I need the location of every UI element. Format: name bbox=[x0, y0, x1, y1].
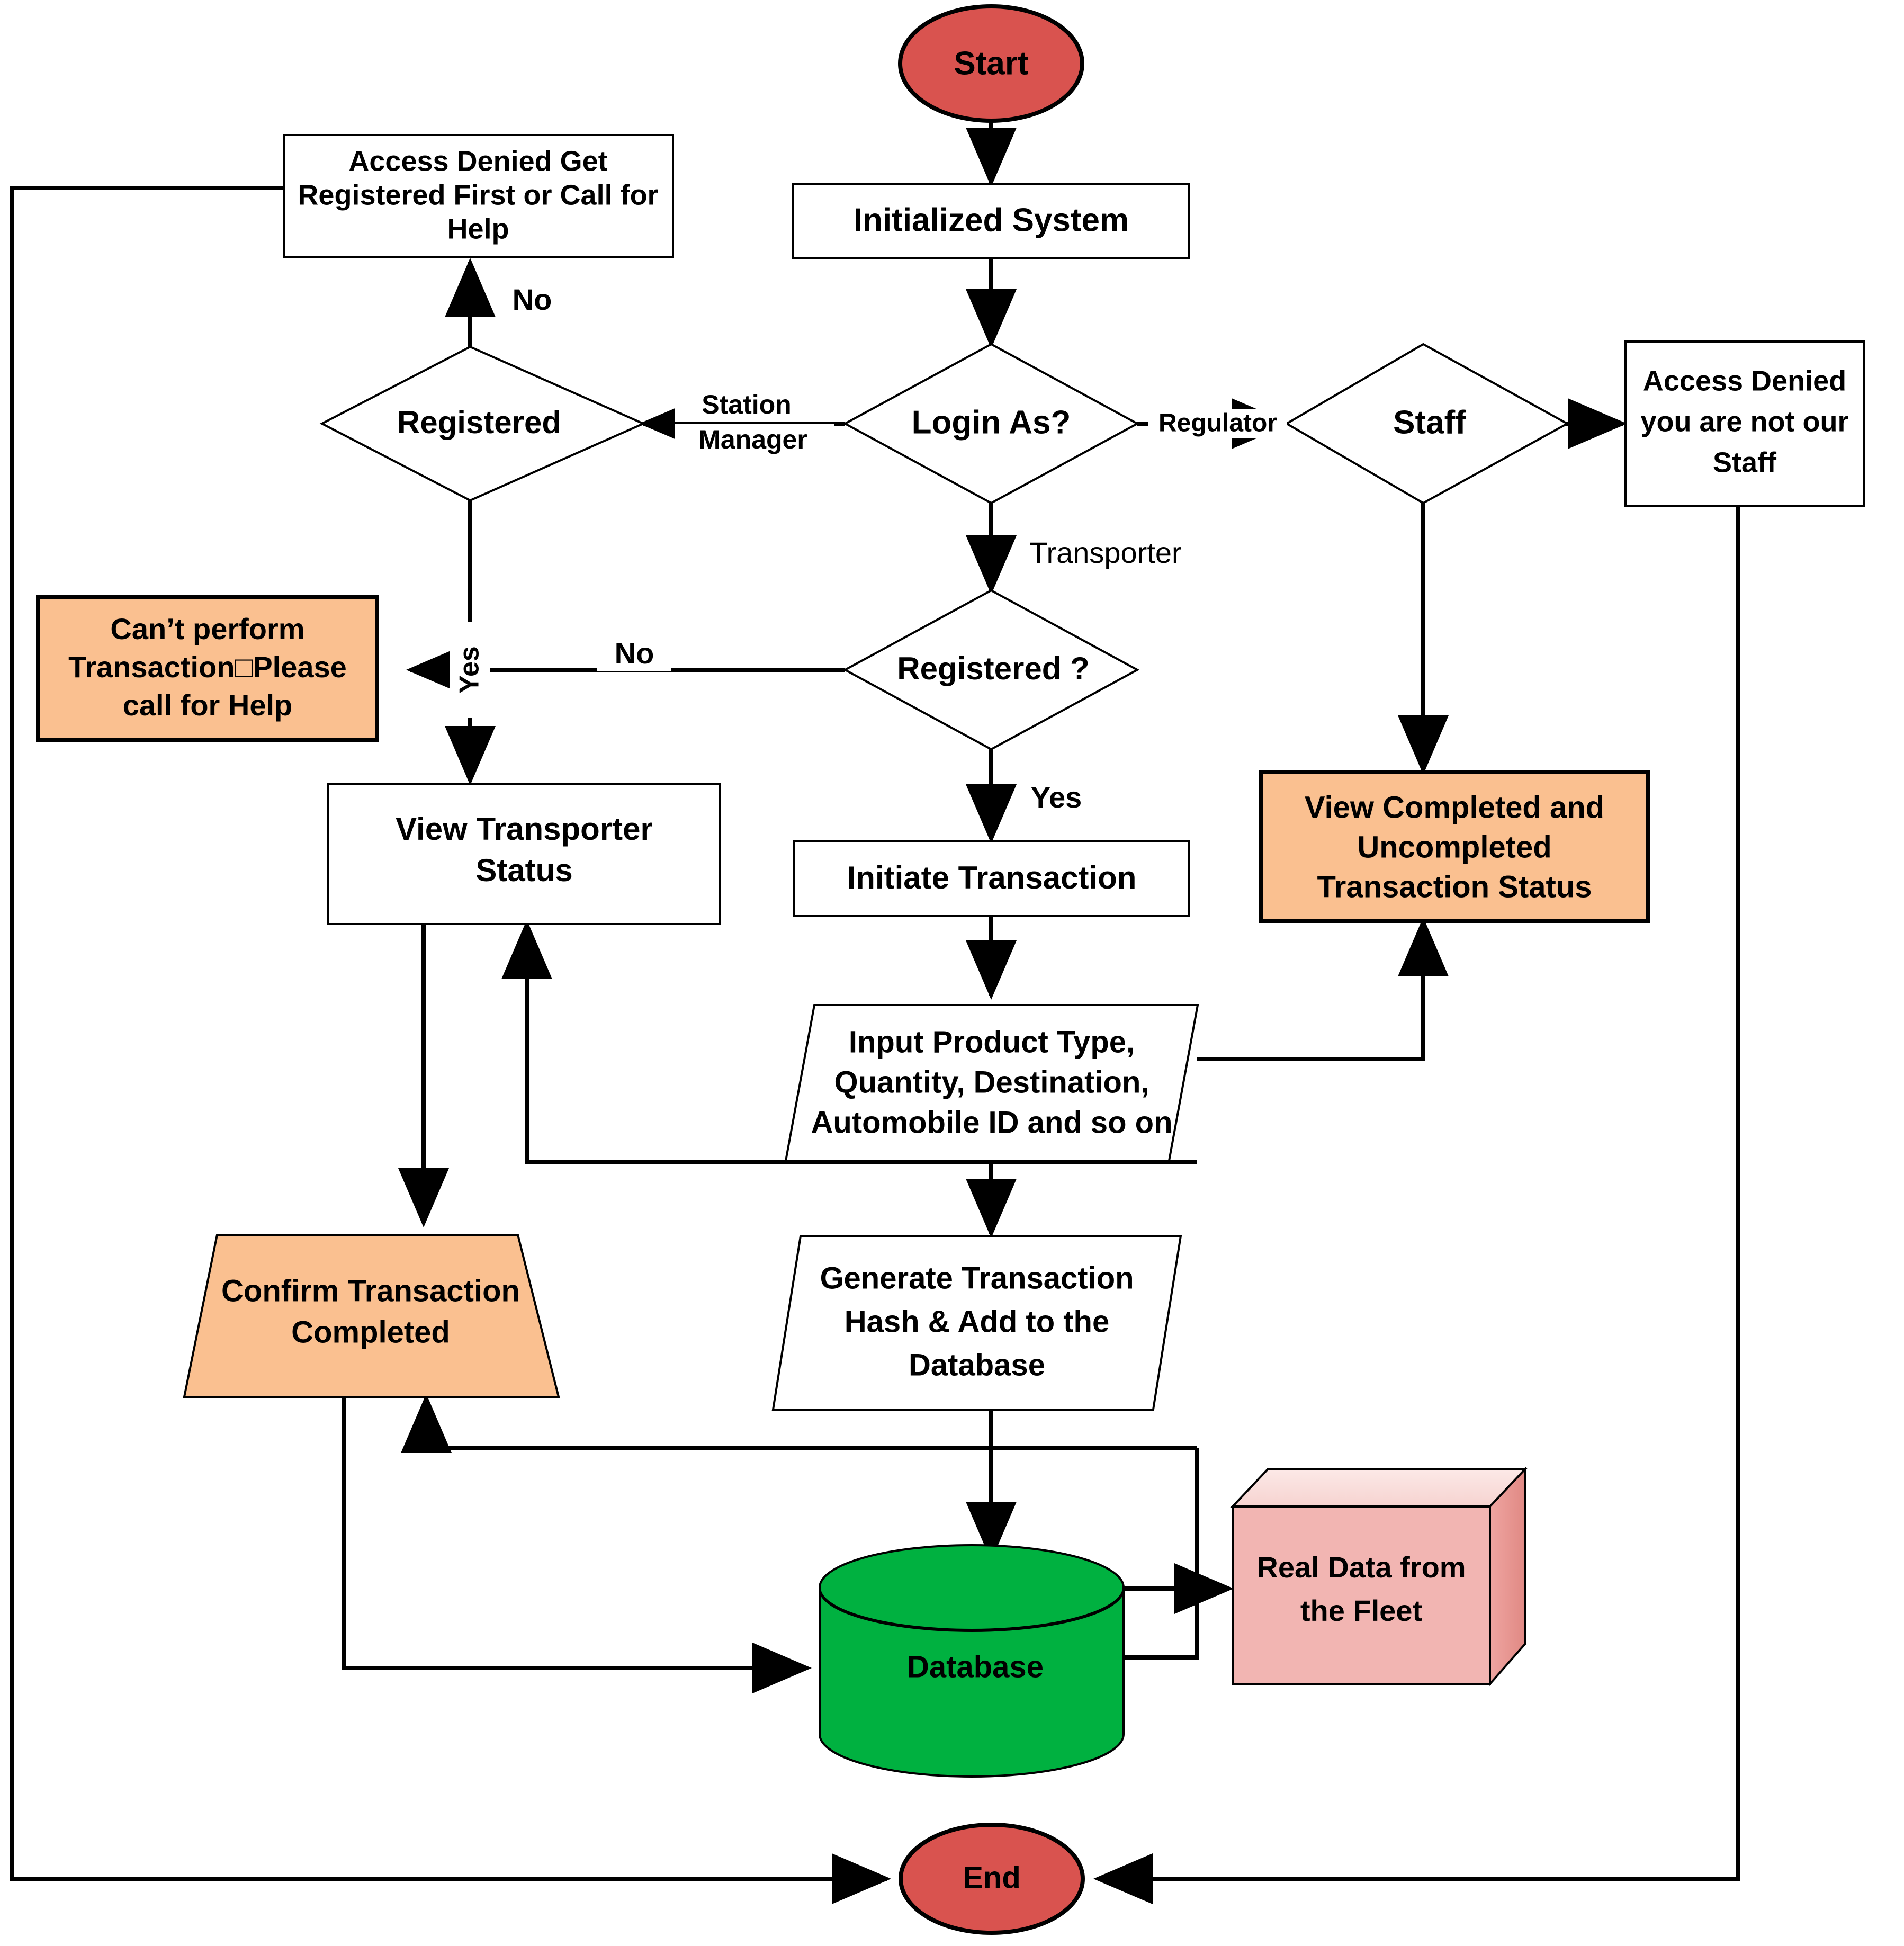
edge-label-registered-sm-yes-group: Yes bbox=[450, 622, 490, 718]
node-access-denied-register[interactable]: Access Denied Get Registered First or Ca… bbox=[283, 134, 674, 258]
edge-label-registered-transporter-yes: Yes bbox=[1031, 781, 1082, 814]
node-generate-hash-line2: Hash & Add to the bbox=[845, 1304, 1110, 1339]
node-login-as-label: Login As? bbox=[912, 404, 1071, 441]
edge-label-registered-transporter-no-group: No bbox=[597, 636, 671, 671]
node-real-data-line2: the Fleet bbox=[1300, 1594, 1422, 1627]
edge-label-station-manager-line2: Manager bbox=[698, 425, 807, 454]
node-initiate-transaction-label: Initiate Transaction bbox=[847, 860, 1137, 895]
node-generate-hash-line3: Database bbox=[909, 1348, 1045, 1382]
node-real-data-fleet[interactable]: Real Data from the Fleet bbox=[1230, 1466, 1528, 1687]
node-access-denied-staff[interactable]: Access Denied you are not our Staff bbox=[1624, 340, 1865, 507]
edge-label-registered-sm-no: No bbox=[513, 283, 552, 316]
node-input-product-line2: Quantity, Destination, bbox=[834, 1065, 1149, 1099]
edge-label-registered-sm-yes: Yes bbox=[454, 646, 485, 694]
node-login-as[interactable]: Login As? bbox=[842, 343, 1140, 505]
node-generate-hash-line1: Generate Transaction bbox=[820, 1261, 1134, 1295]
node-view-transporter-status-line2: Status bbox=[475, 853, 572, 888]
node-input-product-line3: Automobile ID and so on bbox=[811, 1105, 1172, 1140]
edge-label-regulator: Regulator bbox=[1148, 409, 1287, 438]
node-database-label: Database bbox=[907, 1649, 1044, 1684]
node-access-denied-register-line2: Registered First or Call for bbox=[298, 179, 658, 211]
node-registered-transporter-label: Registered ? bbox=[897, 651, 1089, 686]
node-view-completed-line1: View Completed and bbox=[1305, 790, 1604, 824]
node-generate-hash[interactable]: Generate Transaction Hash & Add to the D… bbox=[771, 1235, 1182, 1411]
node-start[interactable]: Start bbox=[898, 4, 1084, 123]
node-start-label: Start bbox=[954, 45, 1028, 82]
node-cant-perform-transaction[interactable]: Can’t perform Transaction□Please call fo… bbox=[36, 595, 379, 742]
edge-label-station-manager-line1: Station bbox=[702, 390, 791, 419]
edge-label-regulator-text: Regulator bbox=[1158, 409, 1277, 437]
node-initialized-system-label: Initialized System bbox=[854, 202, 1129, 238]
node-end[interactable]: End bbox=[899, 1823, 1085, 1935]
node-initiate-transaction[interactable]: Initiate Transaction bbox=[793, 840, 1190, 917]
node-input-product[interactable]: Input Product Type, Quantity, Destinatio… bbox=[784, 1004, 1199, 1162]
node-registered-station-manager-label: Registered bbox=[397, 405, 561, 440]
node-view-transporter-status[interactable]: View Transporter Status bbox=[327, 783, 721, 925]
node-access-denied-staff-line2: you are not our bbox=[1640, 406, 1848, 437]
node-confirm-transaction-line1: Confirm Transaction bbox=[221, 1274, 520, 1308]
node-access-denied-register-line3: Help bbox=[447, 213, 509, 245]
edge-label-registered-transporter-no: No bbox=[615, 636, 654, 670]
node-confirm-transaction-line2: Completed bbox=[291, 1315, 450, 1349]
node-access-denied-staff-line3: Staff bbox=[1713, 446, 1777, 478]
node-cant-perform-line3: call for Help bbox=[123, 688, 293, 722]
edge-confirm-to-database bbox=[342, 1398, 812, 1693]
node-cant-perform-line2: Transaction□Please bbox=[68, 650, 347, 684]
node-staff[interactable]: Staff bbox=[1285, 343, 1570, 505]
node-access-denied-register-line1: Access Denied Get bbox=[348, 145, 607, 177]
edge-input-to-view-completed bbox=[1197, 917, 1449, 1061]
flowchart-svg: Start Initialized System Access Denied G… bbox=[10, 4, 1865, 1935]
node-staff-label: Staff bbox=[1393, 404, 1466, 441]
node-view-transporter-status-line1: View Transporter bbox=[396, 811, 653, 847]
node-registered-transporter[interactable]: Registered ? bbox=[842, 589, 1140, 751]
node-confirm-transaction-completed[interactable]: Confirm Transaction Completed bbox=[183, 1234, 560, 1398]
node-real-data-line1: Real Data from bbox=[1256, 1550, 1466, 1584]
flowchart-canvas: Start Initialized System Access Denied G… bbox=[0, 0, 1904, 1946]
node-input-product-line1: Input Product Type, bbox=[849, 1025, 1135, 1059]
node-registered-station-manager[interactable]: Registered bbox=[319, 345, 646, 502]
node-view-completed-line3: Transaction Status bbox=[1317, 869, 1592, 904]
node-view-completed-line2: Uncompleted bbox=[1357, 830, 1551, 864]
node-initialized-system[interactable]: Initialized System bbox=[792, 183, 1190, 259]
node-cant-perform-line1: Can’t perform bbox=[110, 612, 304, 645]
edge-database-riser bbox=[1124, 1448, 1199, 1660]
edge-label-transporter: Transporter bbox=[1029, 536, 1181, 569]
node-end-label: End bbox=[963, 1860, 1021, 1895]
node-view-completed-transaction-status[interactable]: View Completed and Uncompleted Transacti… bbox=[1259, 770, 1650, 923]
node-database[interactable]: Database bbox=[818, 1544, 1125, 1778]
node-access-denied-staff-line1: Access Denied bbox=[1643, 365, 1846, 397]
